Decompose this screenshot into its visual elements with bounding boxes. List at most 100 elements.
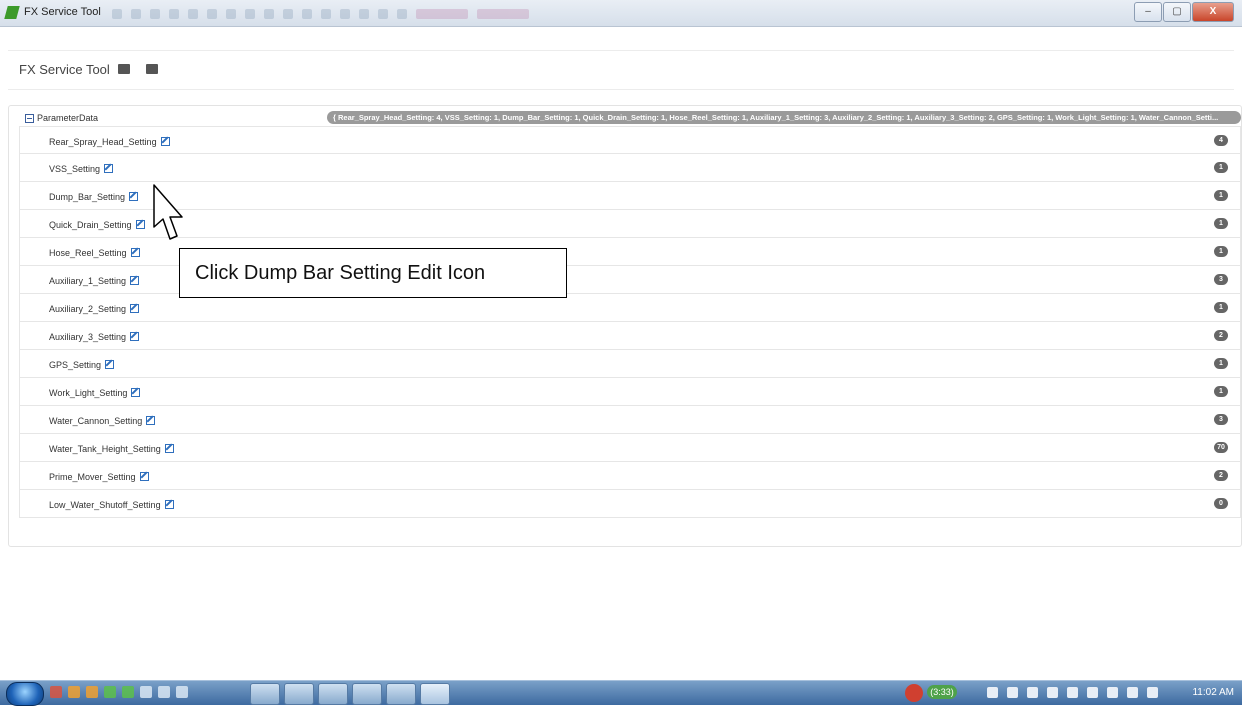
- clock[interactable]: 11:02 AM: [1192, 687, 1234, 698]
- parameter-row[interactable]: Prime_Mover_Setting 2: [19, 462, 1241, 490]
- tray-icon-2[interactable]: [1007, 687, 1018, 698]
- taskbar-apps: [250, 683, 454, 705]
- tree-root-label: ParameterData: [37, 113, 99, 123]
- parameter-row[interactable]: Auxiliary_3_Setting 2: [19, 322, 1241, 350]
- parameter-row[interactable]: Low_Water_Shutoff_Setting 0: [19, 490, 1241, 518]
- app-header: FX Service Tool: [8, 50, 1234, 90]
- parameter-row[interactable]: Rear_Spray_Head_Setting 4: [19, 126, 1241, 154]
- instruction-callout: Click Dump Bar Setting Edit Icon: [179, 248, 567, 298]
- parameter-row[interactable]: Dump_Bar_Setting 1: [19, 182, 1241, 210]
- app-logo-icon: [4, 6, 20, 19]
- parameter-name: Water_Cannon_Setting: [49, 416, 143, 426]
- value-badge: 1: [1214, 162, 1228, 173]
- parameter-row[interactable]: GPS_Setting 1: [19, 350, 1241, 378]
- edit-icon[interactable]: [160, 137, 170, 146]
- edit-icon[interactable]: [130, 276, 140, 285]
- tray-timer[interactable]: (3:33): [927, 685, 957, 699]
- quicklaunch-icon-4[interactable]: [104, 686, 116, 698]
- tray-icon-1[interactable]: [987, 687, 998, 698]
- close-button[interactable]: X: [1192, 2, 1234, 22]
- edit-icon[interactable]: [130, 332, 140, 341]
- value-badge: 2: [1214, 330, 1228, 341]
- taskbar-app-fx-service-tool[interactable]: [420, 683, 450, 705]
- edit-icon[interactable]: [164, 444, 174, 453]
- value-badge: 1: [1214, 302, 1228, 313]
- tray-icons: [987, 687, 1167, 698]
- app-brand: FX Service Tool: [19, 62, 110, 77]
- mouse-cursor-icon: [153, 184, 183, 240]
- parameter-name: Work_Light_Setting: [49, 388, 128, 398]
- edit-icon[interactable]: [105, 360, 115, 369]
- edit-icon[interactable]: [146, 416, 156, 425]
- parameter-row[interactable]: Water_Tank_Height_Setting 70: [19, 434, 1241, 462]
- value-badge: 4: [1214, 135, 1228, 146]
- battery-icon[interactable]: [1107, 687, 1118, 698]
- tray-app-icon[interactable]: [905, 684, 923, 702]
- parameter-panel: ParameterData { Rear_Spray_Head_Setting:…: [8, 105, 1242, 547]
- network-icon[interactable]: [1127, 687, 1138, 698]
- edit-icon[interactable]: [164, 500, 174, 509]
- edit-icon[interactable]: [104, 164, 114, 173]
- quicklaunch-icon-2[interactable]: [68, 686, 80, 698]
- parameter-row[interactable]: VSS_Setting 1: [19, 154, 1241, 182]
- parameter-name: Low_Water_Shutoff_Setting: [49, 500, 161, 510]
- window-title-bar: FX Service Tool – ▢ X: [0, 0, 1242, 27]
- quicklaunch-icon-3[interactable]: [86, 686, 98, 698]
- printer-icon[interactable]: [118, 64, 130, 74]
- parameter-label: Auxiliary_3_Setting: [49, 331, 140, 342]
- parameter-row[interactable]: Quick_Drain_Setting 1: [19, 210, 1241, 238]
- edit-icon[interactable]: [131, 388, 141, 397]
- value-badge: 1: [1214, 218, 1228, 229]
- taskbar: (3:33) 11:02 AM: [0, 680, 1242, 706]
- parameter-name: Auxiliary_3_Setting: [49, 332, 127, 342]
- tree-root-row[interactable]: ParameterData { Rear_Spray_Head_Setting:…: [9, 110, 1241, 126]
- window-title: FX Service Tool: [24, 6, 101, 18]
- quicklaunch-icon-7[interactable]: [158, 686, 170, 698]
- parameter-row[interactable]: Work_Light_Setting 1: [19, 378, 1241, 406]
- parameter-row[interactable]: Auxiliary_2_Setting 1: [19, 294, 1241, 322]
- collapse-toggle-icon[interactable]: [25, 114, 34, 123]
- parameter-name: Dump_Bar_Setting: [49, 192, 126, 202]
- value-badge: 0: [1214, 498, 1228, 509]
- parameter-label: Quick_Drain_Setting: [49, 219, 145, 230]
- volume-icon[interactable]: [1147, 687, 1158, 698]
- value-badge: 1: [1214, 246, 1228, 257]
- flag-icon[interactable]: [1087, 687, 1098, 698]
- tray-icon-4[interactable]: [1047, 687, 1058, 698]
- parameter-label: Auxiliary_1_Setting: [49, 275, 140, 286]
- tray-icon-3[interactable]: [1027, 687, 1038, 698]
- minimize-button[interactable]: –: [1134, 2, 1162, 22]
- taskbar-app-3[interactable]: [318, 683, 348, 705]
- quick-launch: [50, 686, 194, 698]
- value-badge: 3: [1214, 274, 1228, 285]
- edit-icon[interactable]: [135, 220, 145, 229]
- taskbar-app-explorer[interactable]: [352, 683, 382, 705]
- parameter-name: Hose_Reel_Setting: [49, 248, 127, 258]
- parameter-label: Auxiliary_2_Setting: [49, 303, 140, 314]
- taskbar-app-1[interactable]: [250, 683, 280, 705]
- parameter-name: Auxiliary_2_Setting: [49, 304, 127, 314]
- value-badge: 70: [1214, 442, 1228, 453]
- parameter-label: VSS_Setting: [49, 163, 114, 174]
- export-icon[interactable]: [146, 64, 158, 74]
- maximize-button[interactable]: ▢: [1163, 2, 1191, 22]
- edit-icon[interactable]: [130, 304, 140, 313]
- quicklaunch-icon-5[interactable]: [122, 686, 134, 698]
- start-button[interactable]: [6, 682, 44, 706]
- edit-icon[interactable]: [139, 472, 149, 481]
- parameter-label: Low_Water_Shutoff_Setting: [49, 499, 174, 510]
- parameter-name: Quick_Drain_Setting: [49, 220, 132, 230]
- quicklaunch-icon-8[interactable]: [176, 686, 188, 698]
- taskbar-app-word[interactable]: [386, 683, 416, 705]
- tray-icon-5[interactable]: [1067, 687, 1078, 698]
- parameter-list: Rear_Spray_Head_Setting 4 VSS_Setting 1 Dump…: [19, 126, 1241, 518]
- quicklaunch-icon-6[interactable]: [140, 686, 152, 698]
- parameter-row[interactable]: Water_Cannon_Setting 3: [19, 406, 1241, 434]
- parameter-name: Rear_Spray_Head_Setting: [49, 137, 157, 147]
- system-tray: (3:33) 11:02 AM: [880, 682, 1242, 704]
- parameter-label: GPS_Setting: [49, 359, 115, 370]
- taskbar-app-2[interactable]: [284, 683, 314, 705]
- quicklaunch-icon-1[interactable]: [50, 686, 62, 698]
- edit-icon[interactable]: [130, 248, 140, 257]
- edit-icon[interactable]: [129, 192, 139, 201]
